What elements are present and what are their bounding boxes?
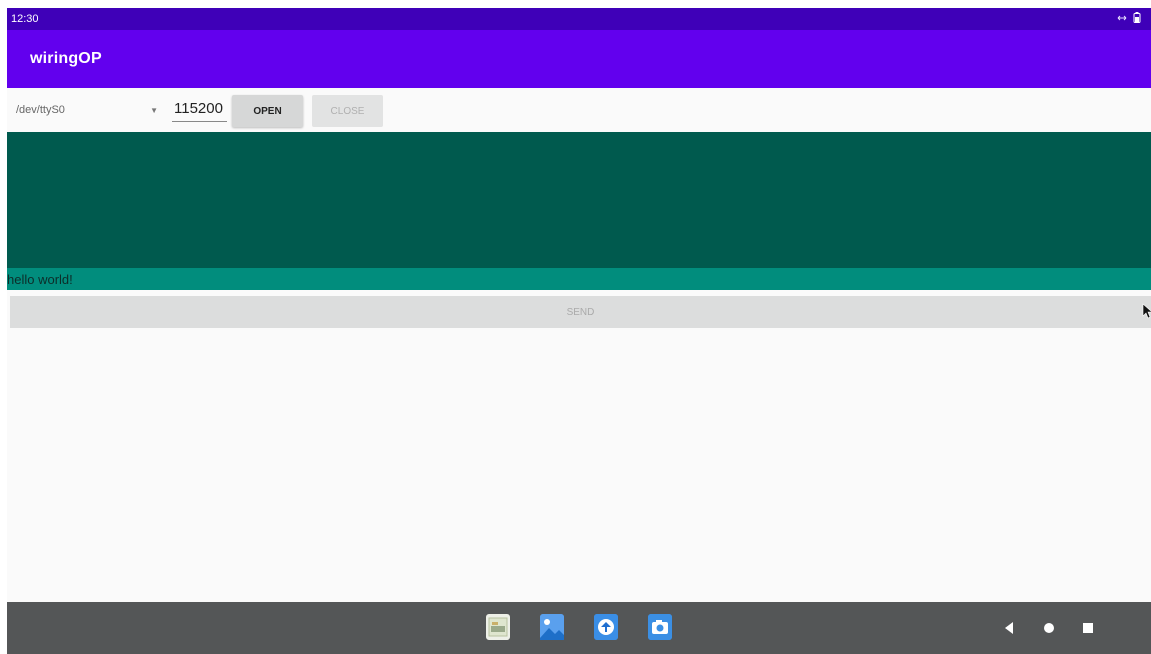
- photos-icon[interactable]: [540, 614, 564, 640]
- mouse-pointer-icon: [1142, 303, 1151, 319]
- sync-arrows-icon: [1117, 14, 1127, 25]
- browser-icon[interactable]: [594, 614, 618, 640]
- message-input-bar[interactable]: hello world!: [7, 268, 1151, 290]
- status-time: 12:30: [11, 13, 39, 25]
- baud-rate-input[interactable]: [172, 96, 227, 122]
- send-button[interactable]: SEND: [10, 296, 1151, 328]
- serial-controls: /dev/ttyS0 ▼ OPEN CLOSE: [7, 88, 1151, 132]
- message-text: hello world!: [7, 271, 73, 287]
- recents-icon[interactable]: [1080, 616, 1096, 640]
- status-bar: 12:30: [7, 8, 1151, 30]
- gallery-thumbnail-icon[interactable]: [486, 614, 510, 640]
- dropdown-arrow-icon: ▼: [150, 105, 158, 115]
- navigation-bar: [7, 602, 1151, 654]
- app-bar: wiringOP: [7, 30, 1151, 88]
- camera-icon[interactable]: [648, 614, 672, 640]
- back-icon[interactable]: [1001, 616, 1017, 640]
- device-screen: 12:30 wiringOP /dev/ttyS0 ▼ OPEN CLOSE h…: [7, 8, 1151, 654]
- home-icon[interactable]: [1041, 616, 1057, 640]
- port-spinner[interactable]: /dev/ttyS0 ▼: [12, 96, 162, 124]
- receive-area: [7, 132, 1151, 268]
- close-button[interactable]: CLOSE: [312, 95, 383, 127]
- port-spinner-value: /dev/ttyS0: [16, 104, 65, 116]
- battery-icon: [1133, 12, 1141, 26]
- status-icons: [1117, 12, 1141, 26]
- open-button[interactable]: OPEN: [232, 95, 303, 127]
- app-title: wiringOP: [30, 50, 102, 67]
